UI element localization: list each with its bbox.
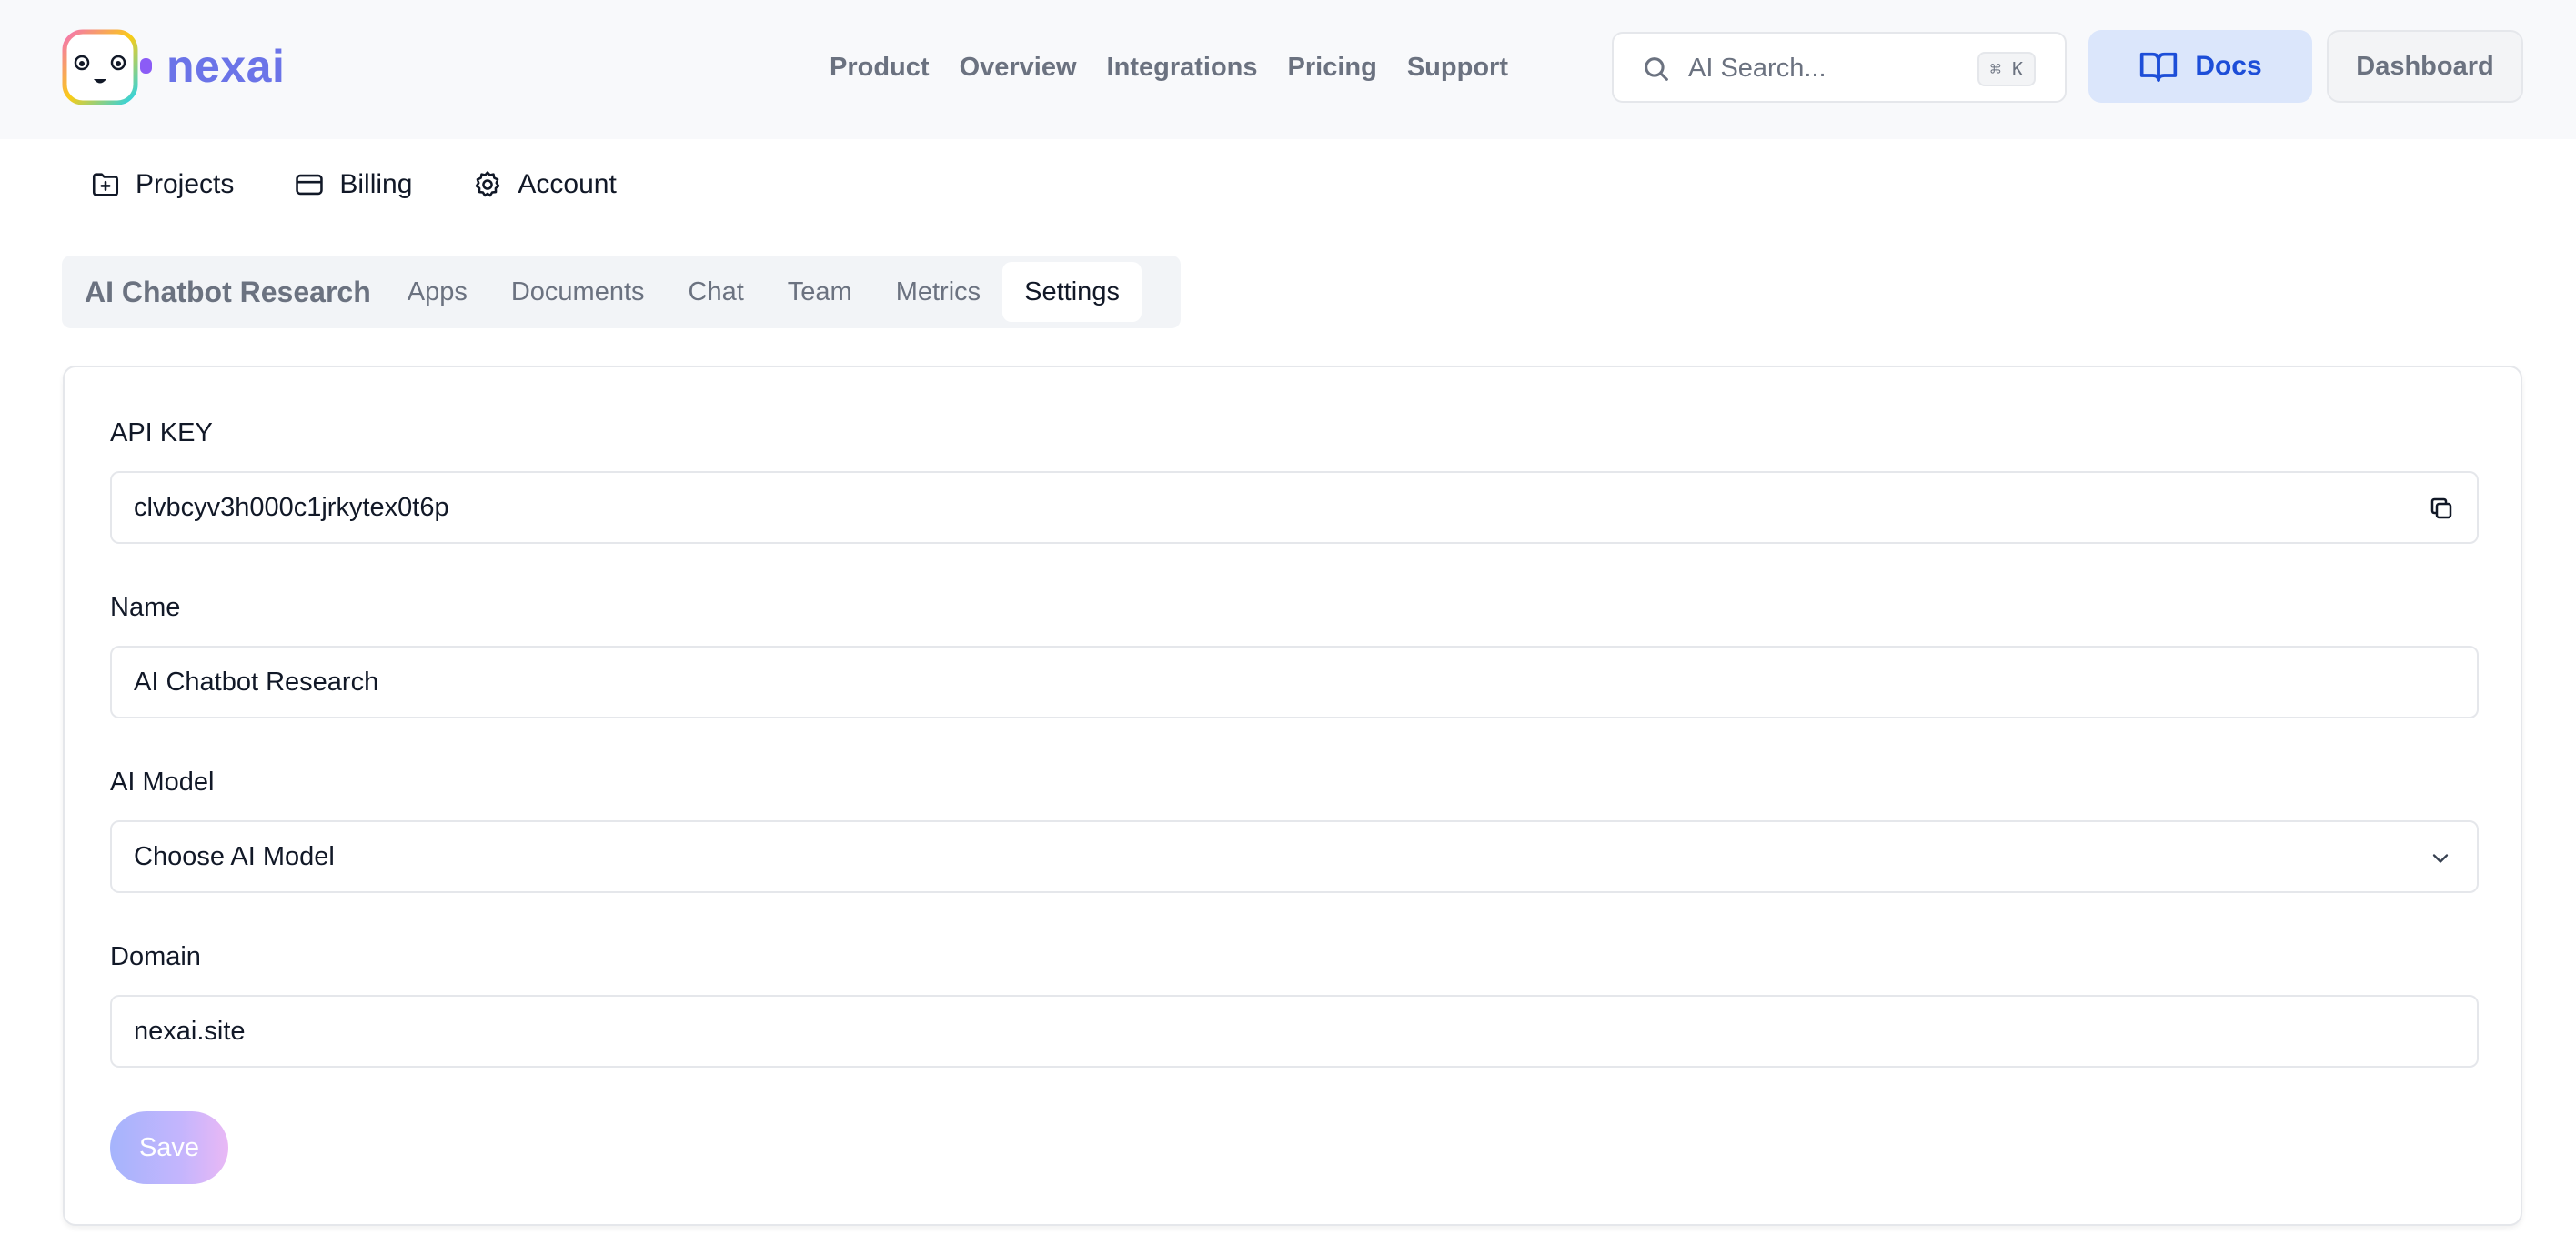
settings-card: API KEY clvbcyv3h000c1jrkytex0t6p Name A… xyxy=(63,366,2522,1226)
brand-name[interactable]: nexai xyxy=(166,36,285,96)
domain-field xyxy=(110,995,2479,1068)
search-placeholder: AI Search... xyxy=(1688,54,1826,83)
tab-apps[interactable]: Apps xyxy=(408,277,468,307)
nav-product[interactable]: Product xyxy=(830,45,930,89)
name-field xyxy=(110,646,2479,718)
ai-model-select[interactable]: Choose AI Model xyxy=(110,820,2479,893)
subnav-item-billing[interactable]: Billing xyxy=(294,169,412,200)
search-shortcut: ⌘ K xyxy=(1977,52,2036,86)
domain-input[interactable] xyxy=(134,997,2408,1066)
docs-button[interactable]: Docs xyxy=(2088,30,2312,103)
api-key-label: API KEY xyxy=(110,418,213,447)
docs-label: Docs xyxy=(2195,51,2262,81)
dashboard-button[interactable]: Dashboard xyxy=(2327,30,2523,103)
top-nav: Product Overview Integrations Pricing Su… xyxy=(830,45,1538,89)
top-header: nexai Product Overview Integrations Pric… xyxy=(0,0,2576,139)
name-input[interactable] xyxy=(134,648,2408,717)
ai-search-box[interactable]: AI Search... ⌘ K xyxy=(1612,32,2067,103)
subnav-label-projects: Projects xyxy=(136,169,235,199)
ai-model-label: AI Model xyxy=(110,768,215,797)
subnav-item-account[interactable]: Account xyxy=(472,169,617,200)
nexai-logo[interactable] xyxy=(62,29,156,105)
tab-team[interactable]: Team xyxy=(788,277,852,307)
tab-chat[interactable]: Chat xyxy=(689,277,744,307)
copy-icon[interactable] xyxy=(2428,495,2455,522)
api-key-field: clvbcyv3h000c1jrkytex0t6p xyxy=(110,471,2479,544)
project-title: AI Chatbot Research xyxy=(85,275,371,308)
subnav-item-projects[interactable]: Projects xyxy=(90,169,234,200)
tab-documents[interactable]: Documents xyxy=(511,277,645,307)
gear-icon xyxy=(476,171,500,197)
tab-metrics[interactable]: Metrics xyxy=(896,277,981,307)
save-button[interactable]: Save xyxy=(110,1111,228,1184)
domain-label: Domain xyxy=(110,942,201,971)
search-icon xyxy=(1645,57,1668,81)
api-key-value[interactable]: clvbcyv3h000c1jrkytex0t6p xyxy=(134,473,449,542)
account-subnav: Projects Billing Account xyxy=(90,169,677,200)
nav-integrations[interactable]: Integrations xyxy=(1107,45,1258,89)
nav-pricing[interactable]: Pricing xyxy=(1288,45,1377,89)
ai-model-selected-value: Choose AI Model xyxy=(134,842,335,871)
credit-card-icon xyxy=(296,174,324,196)
folder-plus-icon xyxy=(92,173,119,196)
name-label: Name xyxy=(110,593,181,622)
subnav-label-account: Account xyxy=(518,169,617,199)
tab-settings[interactable]: Settings xyxy=(1002,262,1142,322)
chevron-down-icon xyxy=(2432,854,2449,863)
nav-support[interactable]: Support xyxy=(1407,45,1508,89)
nav-overview[interactable]: Overview xyxy=(960,45,1077,89)
project-tab-bar: AI Chatbot Research Apps Documents Chat … xyxy=(62,256,1181,328)
subnav-label-billing: Billing xyxy=(339,169,413,199)
book-open-icon xyxy=(2140,52,2178,82)
